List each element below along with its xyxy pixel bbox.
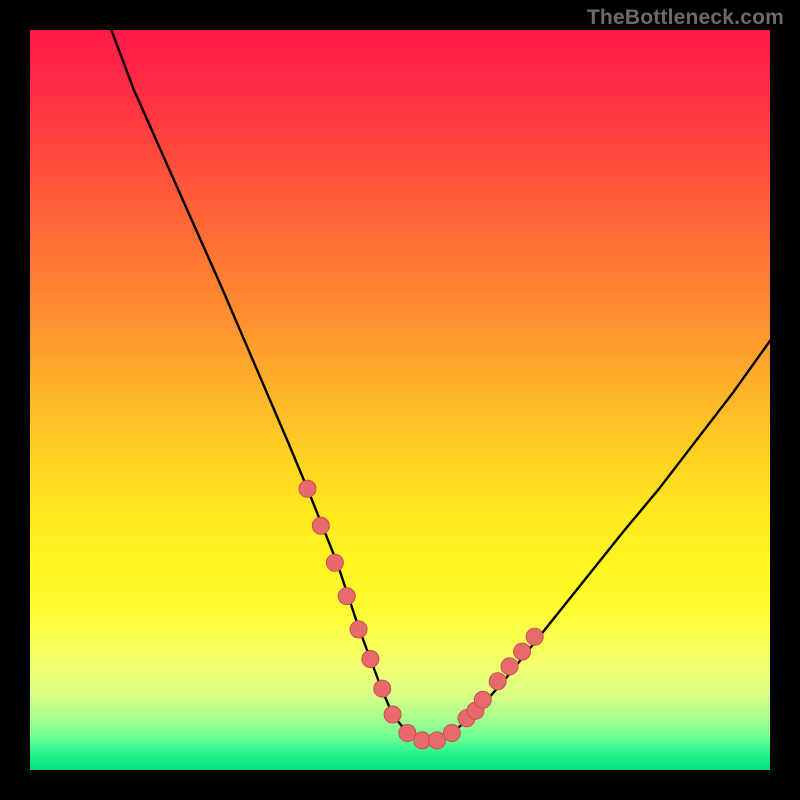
chart-svg — [30, 30, 770, 770]
curve-marker — [362, 651, 379, 668]
curve-marker — [526, 628, 543, 645]
curve-marker — [338, 588, 355, 605]
curve-marker — [384, 706, 401, 723]
curve-marker — [501, 658, 518, 675]
curve-marker — [443, 725, 460, 742]
curve-marker — [350, 621, 367, 638]
curve-marker — [514, 643, 531, 660]
curve-markers — [299, 480, 543, 749]
curve-marker — [299, 480, 316, 497]
chart-frame: TheBottleneck.com — [0, 0, 800, 800]
curve-marker — [326, 554, 343, 571]
curve-marker — [474, 691, 491, 708]
curve-marker — [374, 680, 391, 697]
curve-marker — [312, 517, 329, 534]
plot-area — [30, 30, 770, 770]
watermark-text: TheBottleneck.com — [587, 6, 784, 30]
bottleneck-curve — [111, 30, 770, 740]
curve-marker — [489, 673, 506, 690]
